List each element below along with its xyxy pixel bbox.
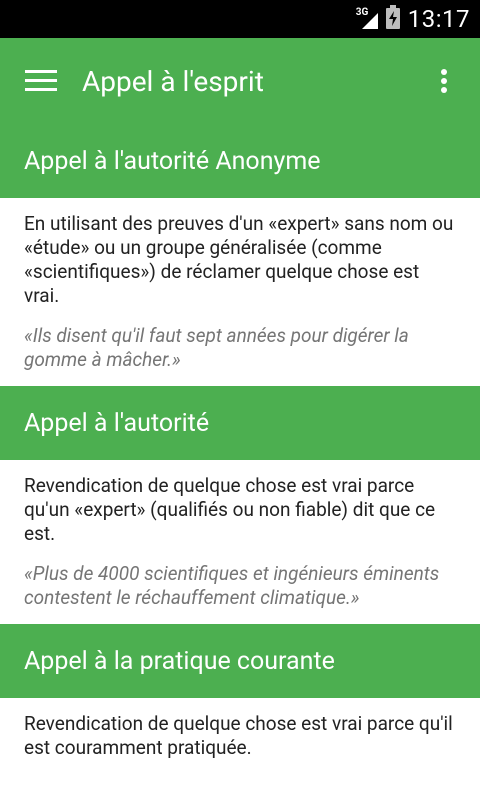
item-title: Appel à l'autorité (0, 386, 480, 460)
list-item[interactable]: Appel à l'autorité Revendication de quel… (0, 386, 480, 624)
battery-charging-icon (385, 5, 400, 33)
signal-icon: 3G (356, 5, 378, 33)
item-description: En utilisant des preuves d'un «expert» s… (24, 212, 454, 307)
item-body: En utilisant des preuves d'un «expert» s… (0, 198, 480, 386)
list-item[interactable]: Appel à la pratique courante Revendicati… (0, 624, 480, 774)
item-title: Appel à l'autorité Anonyme (0, 124, 480, 198)
item-example: «Plus de 4000 scientifiques et ingénieur… (24, 562, 440, 609)
list-item[interactable]: Appel à l'autorité Anonyme En utilisant … (0, 124, 480, 386)
fallacy-list: Appel à l'autorité Anonyme En utilisant … (0, 124, 480, 774)
app-bar: Appel à l'esprit (0, 38, 480, 124)
status-bar: 3G 13:17 (0, 0, 480, 38)
item-example: «Ils disent qu'il faut sept années pour … (24, 324, 409, 371)
item-description: Revendication de quelque chose est vrai … (24, 712, 453, 759)
more-vertical-icon[interactable] (408, 38, 480, 124)
app-title: Appel à l'esprit (82, 64, 264, 98)
item-title: Appel à la pratique courante (0, 624, 480, 698)
item-body: Revendication de quelque chose est vrai … (0, 698, 480, 774)
item-description: Revendication de quelque chose est vrai … (24, 474, 436, 545)
clock: 13:17 (407, 5, 470, 33)
item-body: Revendication de quelque chose est vrai … (0, 460, 480, 624)
hamburger-menu-icon[interactable] (0, 38, 82, 124)
